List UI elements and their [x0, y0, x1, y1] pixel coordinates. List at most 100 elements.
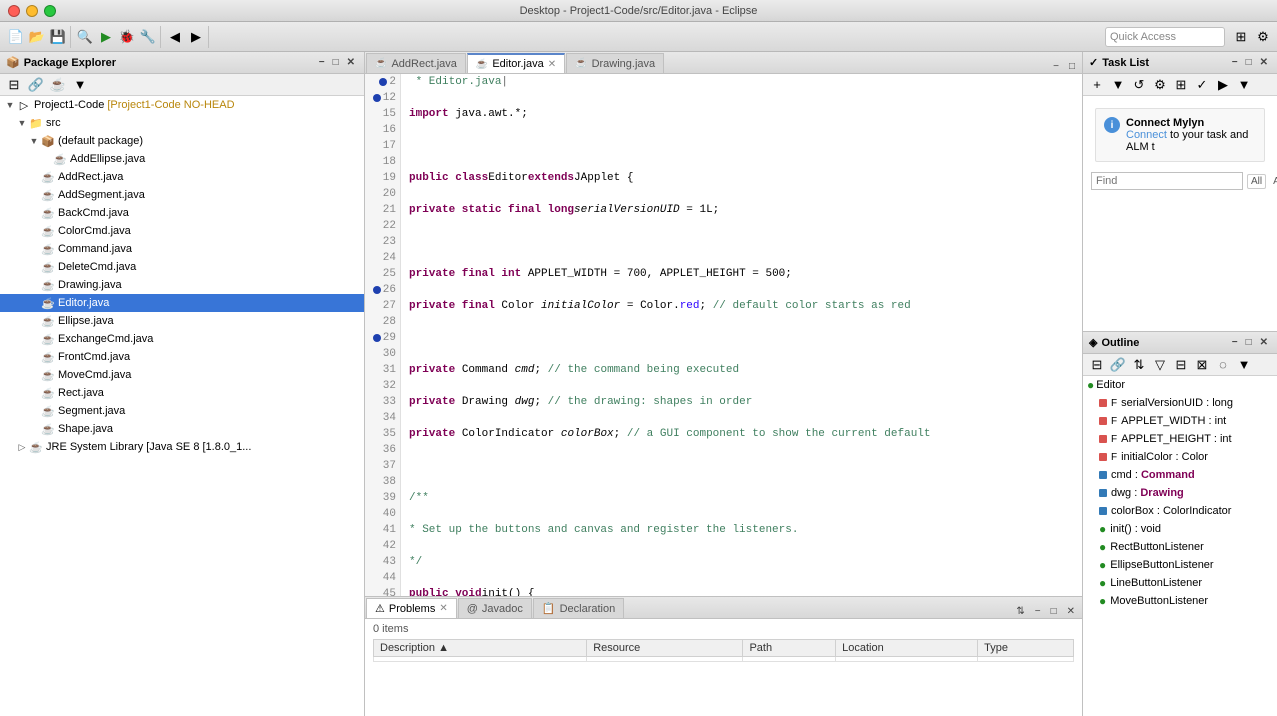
filter-outline-icon[interactable]: ▽ [1150, 355, 1170, 375]
col-type[interactable]: Type [978, 640, 1074, 657]
outline-item[interactable]: dwg : Drawing [1083, 484, 1277, 502]
maximize-task-button[interactable]: □ [1243, 56, 1255, 69]
minimize-editor-button[interactable]: − [1050, 60, 1062, 73]
list-item[interactable]: ☕ AddRect.java [0, 168, 364, 186]
col-resource[interactable]: Resource [587, 640, 743, 657]
tree-item-src[interactable]: ▼ 📁 src [0, 114, 364, 132]
sort-outline-icon[interactable]: ⇅ [1129, 355, 1149, 375]
outline-item-movelistener[interactable]: ● MoveButtonListener [1083, 592, 1277, 610]
hide-nonpublic-icon[interactable]: ◌ [1213, 355, 1233, 375]
list-item[interactable]: ☕ ColorCmd.java [0, 222, 364, 240]
tab-addrect[interactable]: ☕ AddRect.java [366, 53, 466, 73]
minimize-outline-button[interactable]: − [1229, 336, 1241, 349]
list-item[interactable]: ☕ ExchangeCmd.java [0, 330, 364, 348]
tab-declaration[interactable]: 📋 Declaration [533, 598, 624, 618]
minimize-button[interactable] [26, 5, 38, 17]
all-button[interactable]: All [1247, 174, 1266, 189]
link-outline-icon[interactable]: 🔗 [1108, 355, 1128, 375]
debug-icon[interactable]: 🐞 [117, 27, 137, 47]
outline-item-ellipselistener[interactable]: ● EllipseButtonListener [1083, 556, 1277, 574]
outline-item[interactable]: F APPLET_WIDTH : int [1083, 412, 1277, 430]
maximize-problems-button[interactable]: □ [1048, 605, 1060, 618]
task-chevron-icon[interactable]: ▼ [1234, 75, 1254, 95]
filter-icon[interactable]: ▼ [70, 75, 90, 95]
quick-access-field[interactable]: Quick Access [1105, 27, 1225, 47]
list-item[interactable]: ☕ Command.java [0, 240, 364, 258]
hide-fields-icon[interactable]: ⊟ [1171, 355, 1191, 375]
list-item[interactable]: ☕ BackCmd.java [0, 204, 364, 222]
new-icon[interactable]: 📄 [6, 27, 26, 47]
forward-nav-icon[interactable]: ▶ [186, 27, 206, 47]
close-outline-button[interactable]: ✕ [1257, 336, 1271, 349]
outline-item[interactable]: F serialVersionUID : long [1083, 394, 1277, 412]
col-description[interactable]: Description ▲ [374, 640, 587, 657]
list-item[interactable]: ☕ AddEllipse.java [0, 150, 364, 168]
hide-static-icon[interactable]: ⊠ [1192, 355, 1212, 375]
link-editor-icon[interactable]: 🔗 [26, 75, 46, 95]
tree-item-jre[interactable]: ▷ ☕ JRE System Library [Java SE 8 [1.8.0… [0, 438, 364, 456]
tab-problems[interactable]: ⚠ Problems ✕ [366, 598, 457, 618]
tree-item-project[interactable]: ▼ ▷ Project1-Code [Project1-Code NO-HEAD [0, 96, 364, 114]
filter-task-icon[interactable]: ▼ [1108, 75, 1128, 95]
list-item-selected[interactable]: ☕ Editor.java [0, 294, 364, 312]
back-nav-icon[interactable]: ◀ [165, 27, 185, 47]
settings-task-icon[interactable]: ⚙ [1150, 75, 1170, 95]
connect-link[interactable]: Connect [1126, 129, 1167, 141]
outline-item[interactable]: F initialColor : Color [1083, 448, 1277, 466]
list-item[interactable]: ☕ Segment.java [0, 402, 364, 420]
tree-item-default-package[interactable]: ▼ 📦 (default package) [0, 132, 364, 150]
minimize-task-button[interactable]: − [1229, 56, 1241, 69]
search-icon[interactable]: 🔍 [75, 27, 95, 47]
outline-item[interactable]: colorBox : ColorIndicator [1083, 502, 1277, 520]
list-item[interactable]: ☕ DeleteCmd.java [0, 258, 364, 276]
perspective-icon[interactable]: ⊞ [1231, 27, 1251, 47]
context-task-icon[interactable]: ⊞ [1171, 75, 1191, 95]
close-problems-button[interactable]: ✕ [1064, 605, 1078, 618]
outline-item-linelistener[interactable]: ● LineButtonListener [1083, 574, 1277, 592]
outline-item[interactable]: cmd : Command [1083, 466, 1277, 484]
close-panel-button[interactable]: ✕ [344, 56, 358, 69]
open-icon[interactable]: 📂 [27, 27, 47, 47]
close-button[interactable] [8, 5, 20, 17]
minimize-problems-button[interactable]: − [1032, 605, 1044, 618]
tab-javadoc[interactable]: @ Javadoc [458, 598, 532, 618]
code-text[interactable]: * Editor.java| import java.awt.*; public… [401, 74, 1082, 596]
problems-tab-close[interactable]: ✕ [439, 603, 447, 614]
collapse-all-icon[interactable]: ⊟ [4, 75, 24, 95]
settings-icon[interactable]: ⚙ [1253, 27, 1273, 47]
tab-close-button[interactable]: ✕ [548, 59, 556, 70]
list-item[interactable]: ☕ Rect.java [0, 384, 364, 402]
outline-item[interactable]: F APPLET_HEIGHT : int [1083, 430, 1277, 448]
tab-drawing[interactable]: ☕ Drawing.java [566, 53, 664, 73]
close-task-button[interactable]: ✕ [1257, 56, 1271, 69]
list-item[interactable]: ☕ Shape.java [0, 420, 364, 438]
outline-item-editor[interactable]: ● Editor [1083, 376, 1277, 394]
list-item[interactable]: ☕ Ellipse.java [0, 312, 364, 330]
list-item[interactable]: ☕ MoveCmd.java [0, 366, 364, 384]
list-item[interactable]: ☕ FrontCmd.java [0, 348, 364, 366]
sync-task-icon[interactable]: ↺ [1129, 75, 1149, 95]
outline-settings-icon[interactable]: ▼ [1234, 355, 1254, 375]
sort-icon[interactable]: ⇅ [1013, 605, 1027, 618]
maximize-editor-button[interactable]: □ [1066, 60, 1078, 73]
outline-item-rectlistener[interactable]: ● RectButtonListener [1083, 538, 1277, 556]
list-item[interactable]: ☕ Drawing.java [0, 276, 364, 294]
find-task-input[interactable] [1091, 172, 1243, 190]
col-location[interactable]: Location [836, 640, 978, 657]
maximize-outline-button[interactable]: □ [1243, 336, 1255, 349]
activate-button[interactable]: Activa... [1270, 175, 1277, 188]
add-task-icon[interactable]: + [1087, 75, 1107, 95]
run-icon[interactable]: ▶ [96, 27, 116, 47]
activate-task-icon[interactable]: ▶ [1213, 75, 1233, 95]
code-editor[interactable]: 2 12 15 16 17 18 19 20 21 22 23 24 25 26… [365, 74, 1082, 596]
mark-complete-icon[interactable]: ✓ [1192, 75, 1212, 95]
minimize-panel-button[interactable]: − [316, 56, 328, 69]
new-java-icon[interactable]: ☕ [48, 75, 68, 95]
col-path[interactable]: Path [743, 640, 836, 657]
save-icon[interactable]: 💾 [48, 27, 68, 47]
tab-editor[interactable]: ☕ Editor.java ✕ [467, 53, 565, 73]
outline-item-init[interactable]: ● init() : void [1083, 520, 1277, 538]
build-icon[interactable]: 🔧 [138, 27, 158, 47]
maximize-panel-button[interactable]: □ [330, 56, 342, 69]
collapse-outline-icon[interactable]: ⊟ [1087, 355, 1107, 375]
